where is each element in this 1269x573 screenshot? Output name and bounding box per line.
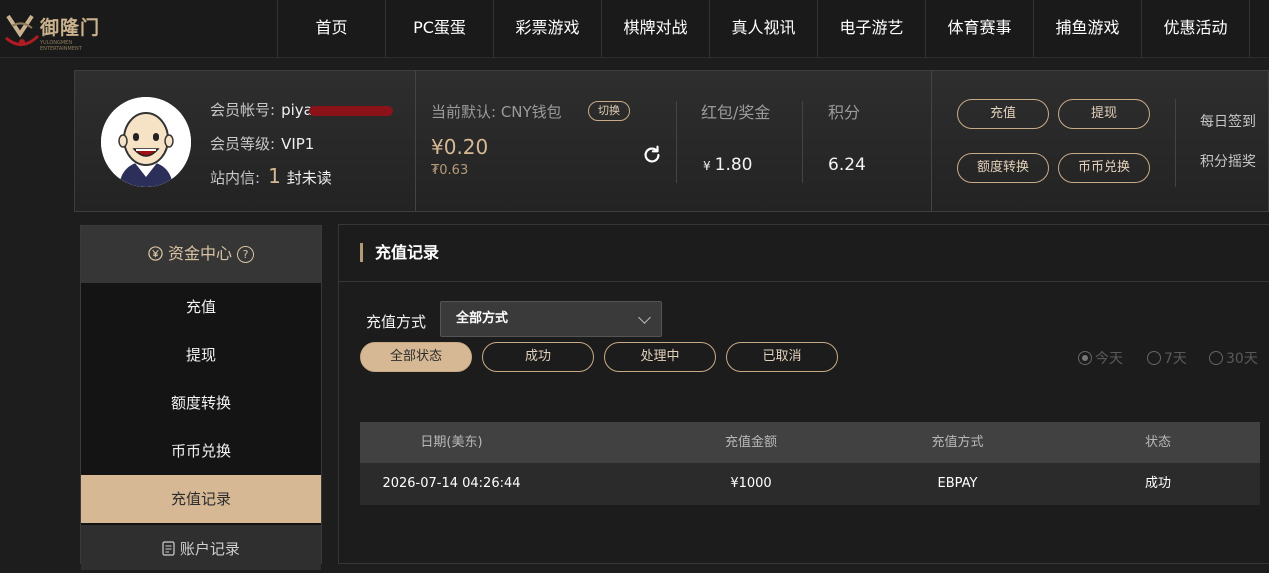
bonus-label: 红包/奖金	[701, 103, 771, 122]
account-row: 会员帐号: piya	[210, 99, 393, 120]
help-icon[interactable]: ?	[237, 246, 255, 263]
sidebar-item-exchange[interactable]: 币币兑换	[81, 427, 321, 475]
sidebar-title: 资金中心	[167, 244, 232, 263]
unread-text: 封未读	[286, 169, 332, 187]
nav-item-card-games[interactable]: 棋牌对战	[602, 0, 710, 58]
cell-status: 成功	[1144, 476, 1171, 491]
message-label: 站内信:	[210, 169, 261, 187]
level-value: VIP1	[281, 135, 315, 153]
bonus-value: ¥1.80	[703, 155, 753, 175]
table-row[interactable]: 2026-07-14 04:26:44 ¥1000 EBPAY 成功	[360, 463, 1260, 505]
sidebar-item-deposit[interactable]: 充值	[81, 283, 321, 331]
fund-center-sidebar: 资金中心 ? 充值 提现 额度转换 币币兑换 充值记录 账户记录	[80, 225, 322, 570]
transfer-button[interactable]: 额度转换	[957, 153, 1049, 183]
column-header-date: 日期(美东)	[420, 435, 483, 450]
divider	[931, 71, 932, 211]
method-select[interactable]: 全部方式	[440, 301, 662, 337]
deposit-button[interactable]: 充值	[957, 99, 1049, 129]
status-filter-success[interactable]: 成功	[482, 342, 594, 372]
yen-coin-icon	[148, 246, 163, 261]
table-header: 日期(美东) 充值金额 充值方式 状态	[360, 422, 1260, 463]
page-title: 充值记录	[360, 243, 439, 262]
level-row: 会员等级: VIP1	[210, 133, 314, 154]
brand-name: 御隆门	[40, 17, 101, 39]
daily-checkin-link[interactable]: 每日签到	[1200, 111, 1256, 131]
radio-dot	[1147, 351, 1161, 365]
status-filter-cancelled[interactable]: 已取消	[726, 342, 838, 372]
exchange-button[interactable]: 币币兑换	[1058, 153, 1150, 183]
document-icon	[162, 541, 175, 556]
unread-count: 1	[268, 164, 281, 188]
nav-item-pc-egg[interactable]: PC蛋蛋	[386, 0, 494, 58]
sidebar-footer-label: 账户记录	[179, 540, 240, 558]
deposit-records-panel: 充值记录 充值方式 全部方式 全部状态 成功 处理中 已取消 今天 7天 30天…	[338, 224, 1269, 564]
divider	[676, 101, 677, 183]
account-label: 会员帐号:	[210, 101, 276, 119]
nav-item-fishing[interactable]: 捕鱼游戏	[1034, 0, 1142, 58]
dragon-logo-icon	[5, 14, 40, 46]
divider	[415, 71, 416, 211]
avatar-face-icon	[101, 97, 191, 187]
level-label: 会员等级:	[210, 135, 276, 153]
radio-label: 30天	[1226, 351, 1258, 367]
wallet-label: 当前默认: CNY钱包	[431, 103, 562, 121]
records-table: 日期(美东) 充值金额 充值方式 状态 2026-07-14 04:26:44 …	[360, 422, 1260, 505]
divider	[1175, 99, 1176, 187]
chevron-down-icon	[638, 311, 651, 324]
cell-method: EBPAY	[937, 476, 978, 491]
sidebar-item-deposit-records[interactable]: 充值记录	[81, 475, 321, 523]
bonus-amount: 1.80	[714, 155, 753, 175]
column-header-amount: 充值金额	[724, 435, 777, 450]
cell-date: 2026-07-14 04:26:44	[382, 476, 521, 491]
message-row[interactable]: 站内信: 1 封未读	[210, 164, 332, 188]
method-label: 充值方式	[366, 313, 427, 331]
nav-item-lottery[interactable]: 彩票游戏	[494, 0, 602, 58]
nav-item-promotions[interactable]: 优惠活动	[1142, 0, 1250, 58]
member-info-panel: 会员帐号: piya 会员等级: VIP1 站内信: 1 封未读 当前默认: CNY钱包…	[74, 70, 1269, 212]
cell-amount: ¥1000	[730, 476, 772, 491]
sidebar-item-withdraw[interactable]: 提现	[81, 331, 321, 379]
refresh-icon[interactable]	[641, 144, 663, 166]
divider	[802, 101, 803, 183]
sidebar-header: 资金中心 ?	[81, 226, 321, 283]
column-header-status: 状态	[1144, 435, 1171, 450]
nav-item-sports[interactable]: 体育赛事	[926, 0, 1034, 58]
radio-label: 7天	[1164, 351, 1187, 367]
nav-item-live-video[interactable]: 真人视讯	[710, 0, 818, 58]
status-filter-all[interactable]: 全部状态	[360, 342, 472, 372]
points-lottery-link[interactable]: 积分摇奖	[1200, 151, 1256, 171]
bonus-currency: ¥	[703, 159, 711, 173]
sidebar-item-transfer[interactable]: 额度转换	[81, 379, 321, 427]
points-value: 6.24	[828, 155, 866, 175]
wallet-balance-sub: ₮0.63	[431, 163, 469, 178]
radio-dot	[1078, 351, 1092, 365]
panel-header: 充值记录	[339, 225, 1269, 282]
nav-item-home[interactable]: 首页	[278, 0, 386, 58]
main-nav: 首页 PC蛋蛋 彩票游戏 棋牌对战 真人视讯 电子游艺 体育赛事 捕鱼游戏 优惠…	[277, 0, 1250, 58]
status-filter-processing[interactable]: 处理中	[604, 342, 716, 372]
wallet-balance: ¥0.20	[431, 135, 489, 159]
radio-dot	[1209, 351, 1223, 365]
range-today-radio[interactable]: 今天	[1078, 348, 1123, 368]
range-30days-radio[interactable]: 30天	[1209, 348, 1258, 368]
brand-logo[interactable]: 御隆门 YULONGMEN ENTERTAINMENT	[0, 8, 100, 52]
top-navigation-bar: 御隆门 YULONGMEN ENTERTAINMENT 首页 PC蛋蛋 彩票游戏…	[0, 0, 1269, 58]
range-7days-radio[interactable]: 7天	[1147, 348, 1187, 368]
withdraw-button[interactable]: 提现	[1058, 99, 1150, 129]
radio-label: 今天	[1095, 351, 1123, 367]
column-header-method: 充值方式	[931, 435, 984, 450]
redaction-mark	[308, 105, 393, 116]
sidebar-section-account-records[interactable]: 账户记录	[81, 525, 321, 570]
brand-tagline: YULONGMEN ENTERTAINMENT	[40, 40, 82, 52]
avatar[interactable]	[101, 97, 191, 187]
switch-wallet-button[interactable]: 切换	[588, 101, 630, 121]
nav-item-slots[interactable]: 电子游艺	[818, 0, 926, 58]
method-selected-value: 全部方式	[456, 311, 509, 326]
points-label: 积分	[828, 103, 861, 122]
